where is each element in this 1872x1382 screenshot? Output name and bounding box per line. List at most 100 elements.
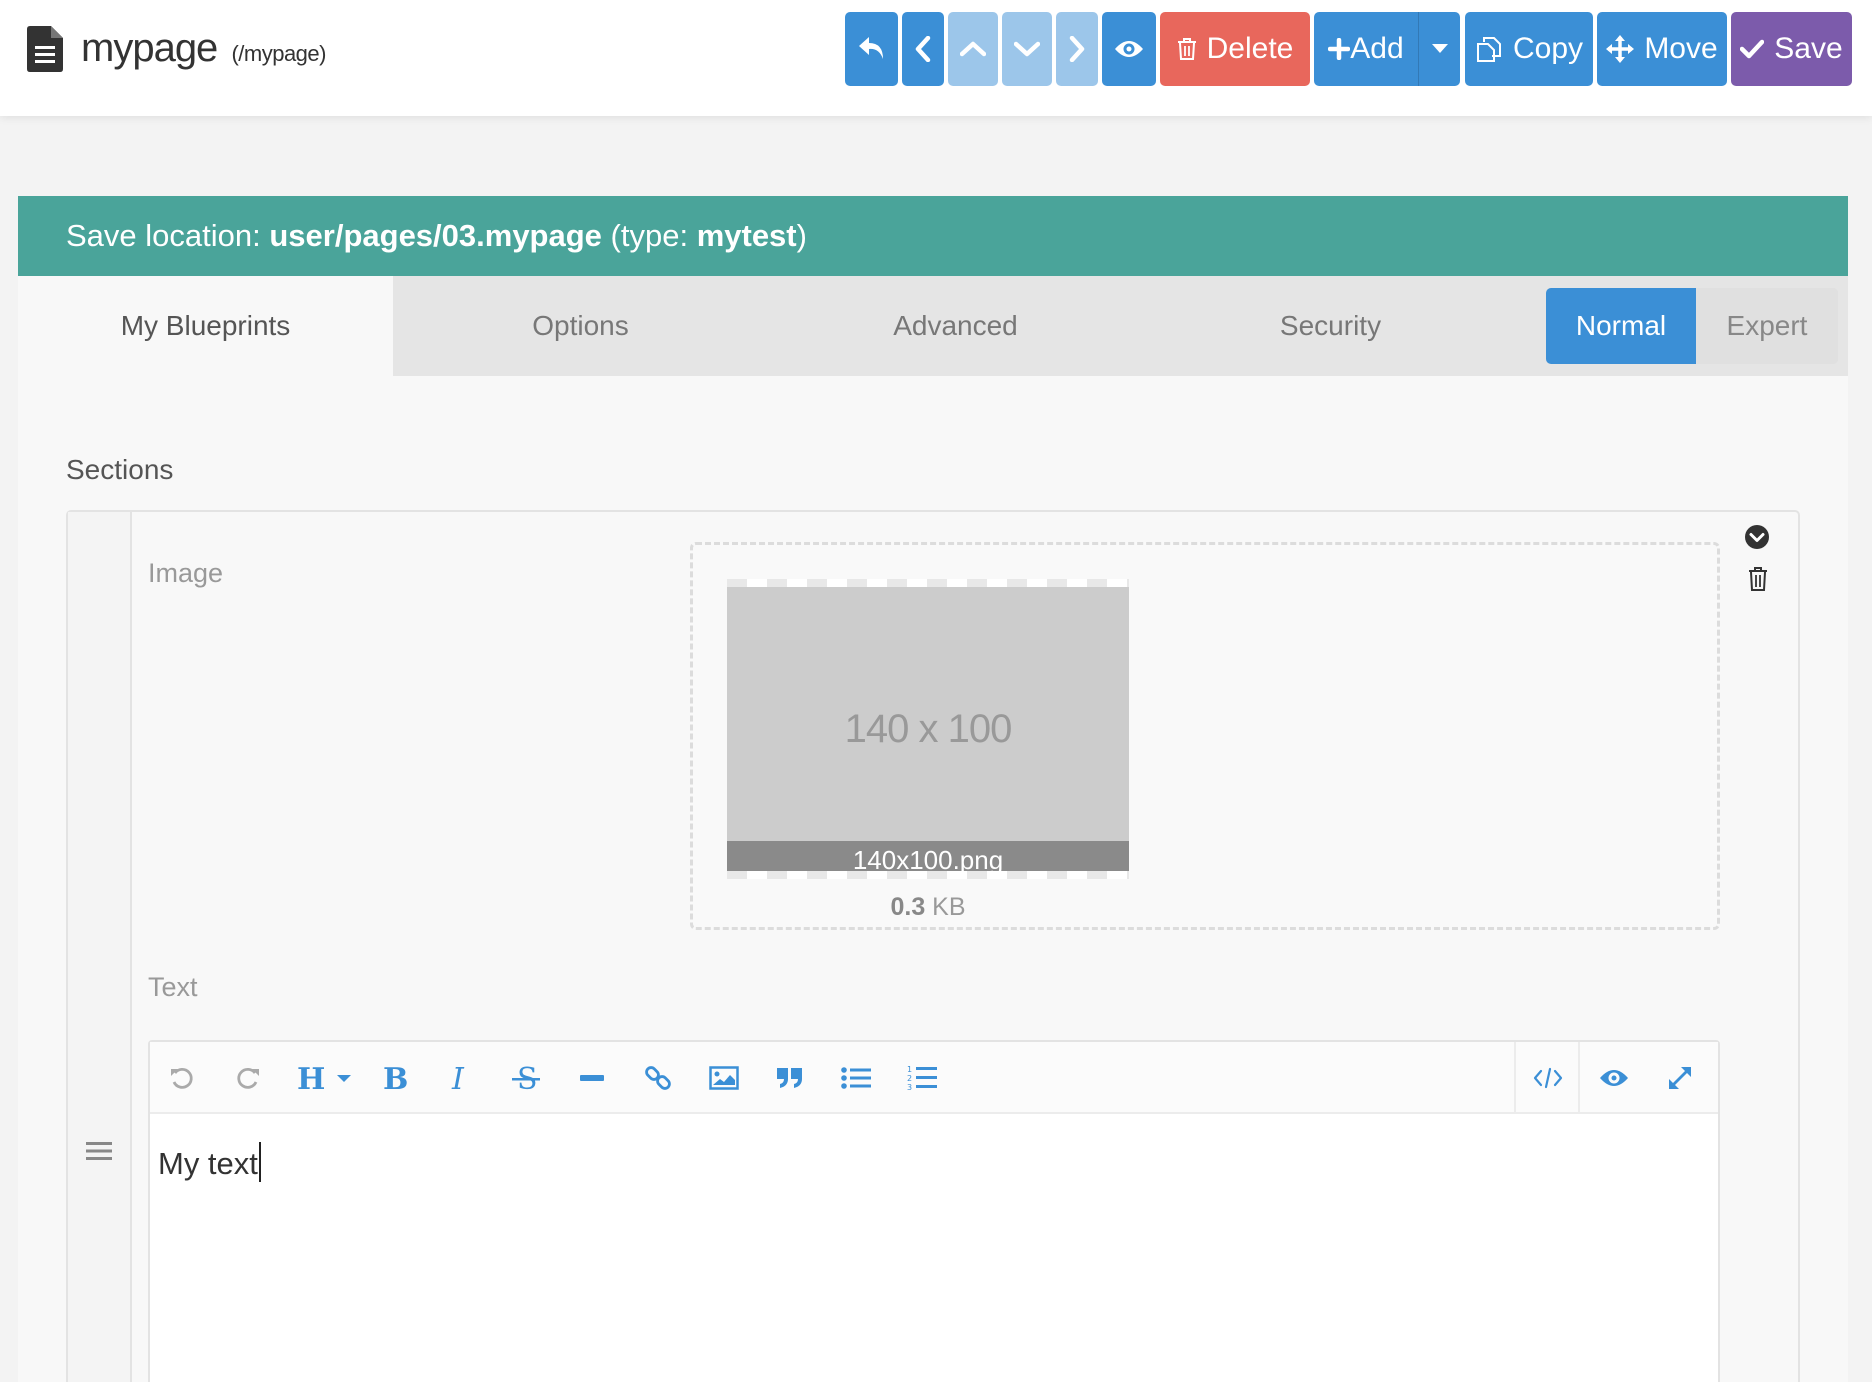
caret-down-icon [1431, 44, 1448, 53]
top-bar: mypage (/mypage) Delete Add Copy Move Sa… [0, 0, 1872, 116]
code-view-button[interactable] [1528, 1060, 1568, 1096]
add-button-group: Add [1314, 12, 1460, 86]
move-down-button[interactable] [1002, 12, 1052, 86]
file-size-unit: KB [925, 893, 966, 921]
form-tabs: My Blueprints Options Advanced Security … [18, 276, 1848, 376]
strikethrough-button[interactable]: S [506, 1060, 546, 1096]
save-location-suffix: ) [796, 218, 807, 253]
copy-button[interactable]: Copy [1465, 12, 1593, 86]
collapse-toggle-icon[interactable] [1744, 524, 1770, 550]
save-location-prefix: Save location: [66, 218, 270, 253]
page-editor-panel: Save location: user/pages/03.mypage (typ… [18, 196, 1848, 1382]
fullscreen-icon [1669, 1067, 1691, 1089]
reply-icon [858, 37, 883, 59]
heading-dropdown-button[interactable]: H [296, 1060, 356, 1096]
mode-toggle: Normal Expert [1546, 288, 1838, 364]
sections-label: Sections [66, 454, 174, 485]
trash-icon [1177, 38, 1196, 60]
heading-icon: H [297, 1063, 351, 1093]
move-up-button[interactable] [948, 12, 998, 86]
image-button[interactable] [704, 1060, 744, 1096]
save-button[interactable]: Save [1731, 12, 1852, 86]
chevron-right-icon [1069, 36, 1085, 62]
image-thumbnail[interactable]: 140 x 100 140x100.png [727, 579, 1129, 879]
tab-options[interactable]: Options [393, 276, 768, 376]
save-location-type-prefix: (type: [601, 218, 697, 253]
text-cursor [258, 1142, 261, 1182]
toolbar-separator [1578, 1042, 1580, 1114]
image-dropzone[interactable]: 140 x 100 140x100.png 0.3 KB [690, 542, 1720, 930]
svg-text:H: H [297, 1063, 325, 1093]
preview-toggle-button[interactable] [1594, 1060, 1634, 1096]
text-field-label: Text [148, 972, 198, 1002]
add-dropdown-toggle[interactable] [1418, 12, 1460, 86]
chevron-up-icon [960, 41, 986, 57]
add-button[interactable]: Add [1314, 12, 1418, 86]
image-field-label: Image [148, 558, 224, 588]
save-location-path: user/pages/03.mypage [269, 218, 602, 253]
svg-text:2: 2 [907, 1074, 912, 1083]
bullet-list-button[interactable] [836, 1060, 876, 1096]
section-list-item: Image 140 x 100 140x100.png 0.3 KB Text [66, 510, 1800, 1382]
svg-text:3: 3 [907, 1083, 912, 1092]
tab-my-blueprints[interactable]: My Blueprints [18, 276, 393, 376]
blockquote-button[interactable] [770, 1060, 810, 1096]
previous-page-button[interactable] [902, 12, 944, 86]
move-button[interactable]: Move [1597, 12, 1727, 86]
mode-expert-button[interactable]: Expert [1696, 288, 1838, 364]
plus-icon [1328, 38, 1351, 60]
tab-advanced[interactable]: Advanced [768, 276, 1143, 376]
link-icon [645, 1066, 671, 1090]
undo-icon [171, 1068, 193, 1089]
tab-security[interactable]: Security [1143, 276, 1518, 376]
thumbnail-top-edge [727, 579, 1129, 587]
code-icon [1533, 1067, 1563, 1089]
numbered-list-button[interactable]: 1 2 3 [902, 1060, 942, 1096]
editor-toolbar: H B I S 1 2 3 [150, 1042, 1718, 1114]
drag-handle-icon[interactable] [86, 1140, 112, 1162]
chevron-left-icon [915, 36, 931, 62]
arrows-icon [1606, 35, 1635, 63]
preview-button[interactable] [1102, 12, 1156, 86]
editor-text-area[interactable]: My text [158, 1142, 261, 1182]
next-page-button[interactable] [1056, 12, 1098, 86]
markdown-editor: H B I S 1 2 3 My text [148, 1040, 1720, 1382]
add-label: Add [1350, 32, 1404, 65]
back-button[interactable] [845, 12, 898, 86]
page-icon [27, 26, 63, 72]
redo-button[interactable] [228, 1060, 268, 1096]
save-label: Save [1774, 32, 1843, 65]
strikethrough-icon: S [512, 1063, 540, 1093]
delete-button[interactable]: Delete [1160, 12, 1310, 86]
mode-normal-button[interactable]: Normal [1546, 288, 1696, 364]
copy-label: Copy [1512, 32, 1584, 65]
remove-section-trash-icon[interactable] [1748, 566, 1768, 592]
check-icon [1740, 39, 1765, 59]
fullscreen-button[interactable] [1660, 1060, 1700, 1096]
svg-text:1: 1 [907, 1065, 912, 1074]
eye-icon [1115, 41, 1143, 57]
delete-label: Delete [1206, 32, 1294, 65]
file-size-value: 0.3 [890, 893, 926, 921]
image-icon [709, 1066, 739, 1090]
page-title-text: mypage [81, 26, 218, 70]
horizontal-rule-button[interactable] [572, 1060, 612, 1096]
undo-button[interactable] [162, 1060, 202, 1096]
svg-text:B: B [383, 1063, 407, 1093]
redo-icon [237, 1068, 259, 1089]
bold-button[interactable]: B [374, 1060, 414, 1096]
save-location-type: mytest [696, 218, 797, 253]
italic-button[interactable]: I [440, 1060, 480, 1096]
drag-handle-column[interactable] [68, 512, 132, 1382]
chevron-down-icon [1014, 41, 1040, 57]
toolbar-separator [1514, 1042, 1516, 1114]
horizontal-rule-icon [580, 1075, 604, 1081]
bold-icon: B [383, 1063, 407, 1093]
editor-text-content: My text [158, 1146, 258, 1181]
link-button[interactable] [638, 1060, 678, 1096]
thumbnail-bottom-edge [727, 871, 1129, 879]
blockquote-icon [777, 1068, 802, 1088]
thumbnail-placeholder-text: 140 x 100 [844, 707, 1013, 751]
numbered-list-icon: 1 2 3 [907, 1065, 937, 1092]
move-label: Move [1644, 32, 1718, 65]
